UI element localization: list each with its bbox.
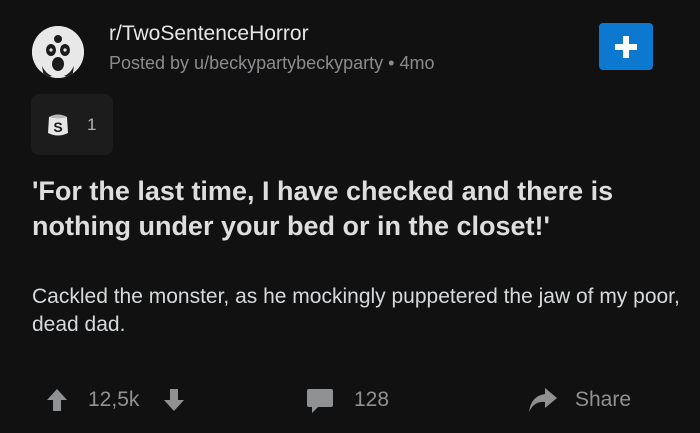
svg-text:S: S: [53, 119, 62, 135]
score: 12,5k: [88, 388, 140, 411]
share-icon: [529, 388, 557, 412]
comment-count: 128: [354, 388, 390, 411]
posted-by-user[interactable]: Posted by u/beckypartybeckyparty: [109, 53, 383, 73]
meta-separator: •: [388, 53, 395, 73]
arrow-down-icon: [164, 389, 184, 411]
silver-award-icon: S: [48, 114, 68, 136]
action-bar: 12,5k 128 Share: [0, 380, 700, 420]
subreddit-avatar[interactable]: [32, 26, 84, 78]
post-age: 4mo: [399, 53, 435, 73]
arrow-up-icon: [47, 389, 67, 411]
join-button[interactable]: [599, 23, 653, 70]
share-label: Share: [575, 388, 632, 411]
comment-icon: [307, 389, 333, 413]
plus-icon: [615, 35, 637, 58]
awards-button[interactable]: S 1: [31, 94, 113, 155]
post-title[interactable]: 'For the last time, I have checked and t…: [32, 174, 672, 244]
post-body: Cackled the monster, as he mockingly pup…: [32, 285, 680, 336]
share-button[interactable]: Share: [528, 380, 631, 420]
comments-button[interactable]: 128: [306, 380, 389, 420]
upvote-button[interactable]: [46, 380, 68, 420]
post-meta: Posted by u/beckypartybeckyparty • 4mo: [109, 53, 435, 74]
award-count: 1: [87, 115, 97, 134]
ghost-face-icon: [32, 26, 84, 78]
downvote-button[interactable]: [163, 380, 185, 420]
subreddit-name[interactable]: r/TwoSentenceHorror: [109, 22, 309, 46]
